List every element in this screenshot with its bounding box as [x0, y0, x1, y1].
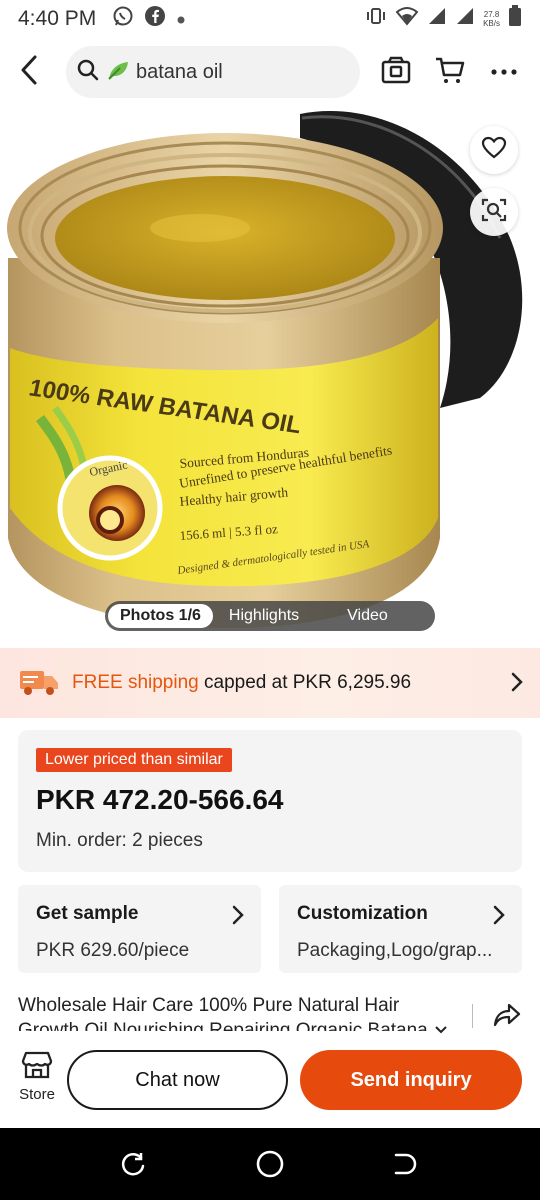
whatsapp-icon	[112, 5, 134, 33]
back-nav-icon	[390, 1150, 418, 1183]
facebook-icon	[144, 5, 166, 33]
chevron-right-icon	[510, 670, 524, 699]
signal-icon-1	[427, 6, 447, 32]
divider	[472, 1004, 473, 1028]
customization-value: Packaging,Logo/grap...	[297, 940, 493, 961]
net-speed: 27.8 KB/s	[483, 10, 500, 28]
image-search-icon	[480, 196, 508, 229]
shipping-text: FREE shipping capped at PKR 6,295.96	[72, 672, 411, 694]
share-icon	[493, 1002, 521, 1033]
recents-icon	[119, 1150, 147, 1183]
net-speed-unit: KB/s	[483, 19, 500, 28]
lower-price-tag: Lower priced than similar	[36, 748, 232, 772]
shipping-free-label: FREE shipping	[72, 672, 199, 693]
get-sample-price: PKR 629.60/piece	[36, 940, 190, 961]
search-bar[interactable]: batana oil	[66, 46, 360, 98]
camera-search-button[interactable]	[378, 54, 414, 90]
share-button[interactable]	[490, 1000, 524, 1034]
min-order: Min. order: 2 pieces	[36, 830, 203, 851]
more-icon	[490, 63, 518, 81]
search-query-text: batana oil	[136, 60, 223, 83]
top-header: batana oil	[0, 44, 540, 100]
tab-video[interactable]: Video	[335, 604, 400, 628]
battery-icon	[508, 5, 522, 33]
get-sample-card[interactable]: Get sample PKR 629.60/piece	[18, 885, 261, 973]
more-button[interactable]	[486, 54, 522, 90]
wifi-icon	[395, 6, 419, 32]
home-button[interactable]	[252, 1148, 288, 1184]
recents-button[interactable]	[115, 1148, 151, 1184]
store-button[interactable]: Store	[12, 1050, 62, 1103]
chat-now-button[interactable]: Chat now	[67, 1050, 288, 1110]
bottom-action-bar: Store Chat now Send inquiry	[0, 1036, 540, 1128]
product-title[interactable]: Wholesale Hair Care 100% Pure Natural Ha…	[18, 993, 458, 1031]
back-arrow-icon	[18, 54, 40, 91]
product-photo: Organic 100% RAW BATANA OIL Sourced from…	[7, 111, 523, 628]
cart-button[interactable]	[432, 54, 468, 90]
vibrate-icon	[365, 7, 387, 31]
product-detail-screen: 4:40 PM 27.8 KB/s batana oil Organic 100…	[0, 0, 540, 1200]
system-nav-bar	[0, 1128, 540, 1200]
net-speed-value: 27.8	[483, 10, 500, 19]
price-range: PKR 472.20-566.64	[36, 784, 284, 815]
notification-dot-icon	[176, 7, 186, 31]
back-button[interactable]	[4, 44, 54, 100]
customization-card[interactable]: Customization Packaging,Logo/grap...	[279, 885, 522, 973]
camera-search-icon	[380, 55, 412, 90]
home-circle-icon	[255, 1149, 285, 1184]
back-nav-button[interactable]	[386, 1148, 422, 1184]
product-image-gallery[interactable]: Organic 100% RAW BATANA OIL Sourced from…	[0, 108, 540, 648]
shipping-cap-text: capped at PKR 6,295.96	[198, 672, 412, 693]
leaf-icon	[106, 59, 130, 86]
free-shipping-banner[interactable]: FREE shipping capped at PKR 6,295.96	[0, 648, 540, 718]
heart-icon	[481, 136, 507, 165]
image-search-button[interactable]	[470, 188, 518, 236]
chevron-right-icon	[492, 903, 506, 932]
chevron-right-icon	[231, 903, 245, 932]
status-bar: 4:40 PM 27.8 KB/s	[0, 0, 540, 38]
signal-icon-2	[455, 6, 475, 32]
tab-photos[interactable]: Photos 1/6	[108, 604, 213, 628]
send-inquiry-button[interactable]: Send inquiry	[300, 1050, 522, 1110]
customization-title: Customization	[297, 903, 428, 924]
price-card: Lower priced than similar PKR 472.20-566…	[18, 730, 522, 872]
status-time: 4:40 PM	[18, 7, 97, 30]
cart-icon	[434, 55, 466, 90]
delivery-truck-icon	[18, 665, 60, 702]
tab-highlights[interactable]: Highlights	[217, 604, 311, 628]
favorite-button[interactable]	[470, 126, 518, 174]
media-tabs: Photos 1/6 Highlights Video	[105, 601, 435, 631]
store-icon	[20, 1051, 54, 1084]
search-icon	[76, 58, 100, 87]
get-sample-title: Get sample	[36, 903, 139, 924]
store-label: Store	[19, 1086, 55, 1103]
